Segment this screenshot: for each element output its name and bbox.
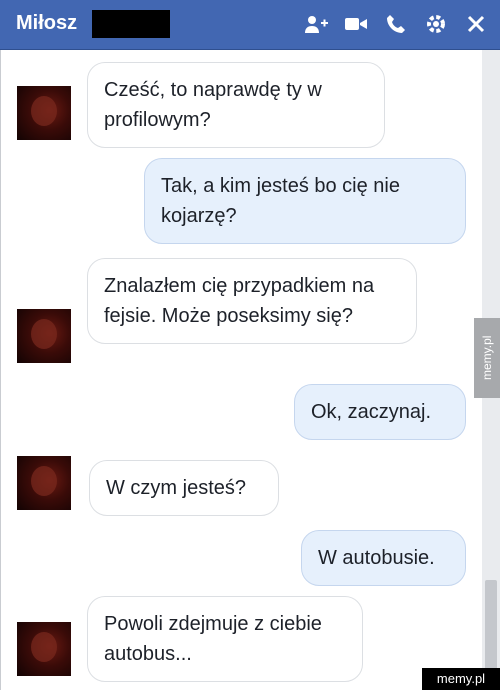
avatar[interactable] bbox=[17, 456, 71, 510]
add-friend-icon[interactable] bbox=[304, 12, 328, 36]
titlebar-icons bbox=[304, 12, 488, 36]
video-call-icon[interactable] bbox=[344, 12, 368, 36]
avatar[interactable] bbox=[17, 309, 71, 363]
incoming-message: Cześć, to naprawdę ty w profilowym? bbox=[87, 62, 385, 148]
incoming-message: W czym jesteś? bbox=[89, 460, 279, 516]
chat-titlebar: Miłosz bbox=[0, 0, 500, 50]
outgoing-message: Tak, a kim jesteś bo cię nie kojarzę? bbox=[144, 158, 466, 244]
incoming-message: Powoli zdejmuje z ciebie autobus... bbox=[87, 596, 363, 682]
outgoing-message: W autobusie. bbox=[301, 530, 466, 586]
incoming-message: Znalazłem cię przypadkiem na fejsie. Moż… bbox=[87, 258, 417, 344]
side-watermark: memy.pl bbox=[474, 318, 500, 398]
contact-name[interactable]: Miłosz bbox=[16, 12, 77, 35]
avatar[interactable] bbox=[17, 86, 71, 140]
avatar[interactable] bbox=[17, 622, 71, 676]
phone-icon[interactable] bbox=[384, 12, 408, 36]
chat-body: Cześć, to naprawdę ty w profilowym? Tak,… bbox=[0, 50, 482, 690]
gear-icon[interactable] bbox=[424, 12, 448, 36]
close-icon[interactable] bbox=[464, 12, 488, 36]
outgoing-message: Ok, zaczynaj. bbox=[294, 384, 466, 440]
corner-watermark: memy.pl bbox=[422, 668, 500, 690]
redaction-bar bbox=[92, 10, 170, 38]
